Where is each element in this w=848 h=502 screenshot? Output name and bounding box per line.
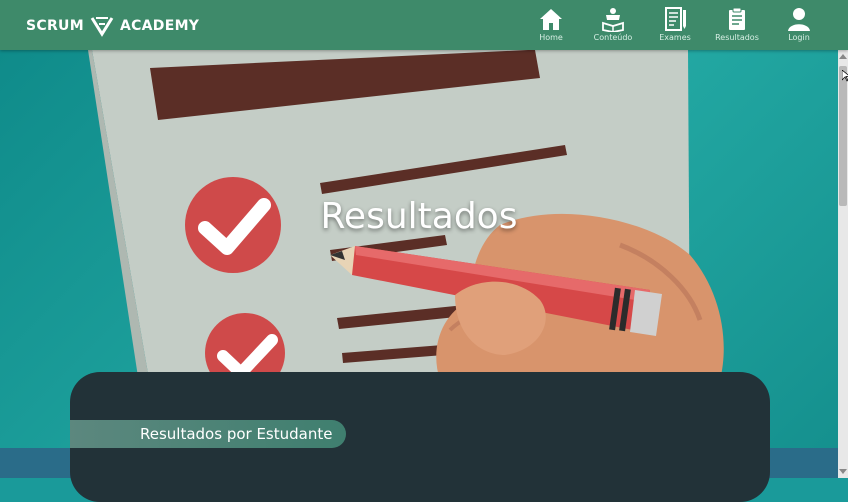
scroll-thumb[interactable] xyxy=(839,66,847,206)
brand-text-scrum: SCRUM xyxy=(26,18,84,34)
nav-resultados[interactable]: Resultados xyxy=(708,6,766,42)
clipboard-icon xyxy=(729,7,745,30)
user-icon xyxy=(788,8,810,31)
brand-logo[interactable]: SCRUM ACADEMY xyxy=(26,15,199,37)
scrum-academy-logo-icon xyxy=(90,17,114,37)
nav-conteudo-label: Conteúdo xyxy=(593,33,633,42)
scroll-down-icon[interactable] xyxy=(838,466,848,478)
book-reader-icon xyxy=(602,8,624,32)
nav-home[interactable]: Home xyxy=(522,6,580,42)
scroll-up-icon[interactable] xyxy=(838,50,848,62)
home-icon xyxy=(540,9,562,30)
mouse-cursor-icon xyxy=(842,70,848,82)
nav-exames[interactable]: Exames xyxy=(646,6,704,42)
nav-home-label: Home xyxy=(539,33,563,42)
nav-resultados-label: Resultados xyxy=(715,33,759,42)
nav-conteudo[interactable]: Conteúdo xyxy=(584,6,642,42)
page-title: Resultados xyxy=(320,196,518,237)
section-pill-students-results: Resultados por Estudante xyxy=(70,420,346,448)
nav-exames-label: Exames xyxy=(659,33,691,42)
exam-notebook-icon xyxy=(665,7,686,31)
vertical-scrollbar[interactable] xyxy=(838,50,848,478)
nav-login-label: Login xyxy=(788,33,810,42)
main-nav: Home Conteúdo Exames Resultados Login xyxy=(518,6,828,42)
brand-text-academy: ACADEMY xyxy=(119,18,200,34)
nav-login[interactable]: Login xyxy=(770,6,828,42)
top-navbar: SCRUM ACADEMY Home Conteúdo Exames Resul… xyxy=(0,0,848,50)
